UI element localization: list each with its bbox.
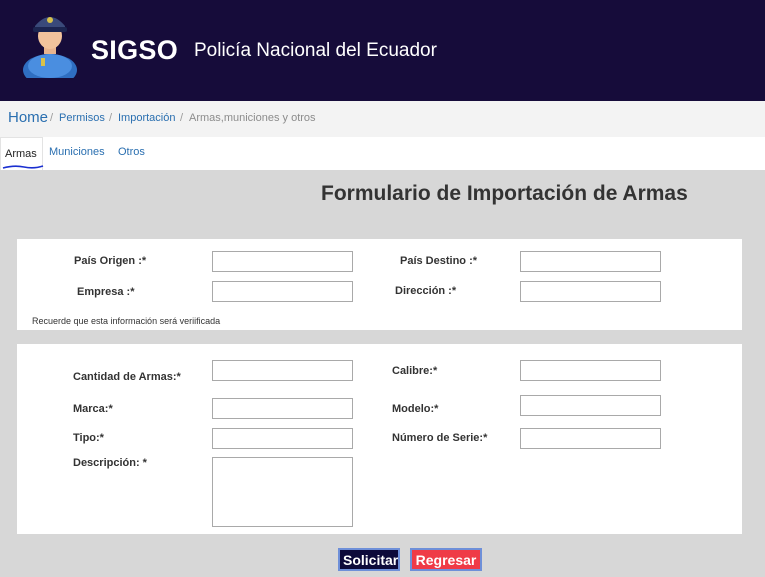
tipo-label: Tipo:* bbox=[73, 432, 104, 444]
cantidad-armas-input[interactable] bbox=[212, 360, 353, 381]
pais-destino-input[interactable] bbox=[520, 251, 661, 272]
tipo-input[interactable] bbox=[212, 428, 353, 449]
breadcrumb-separator: / bbox=[109, 112, 113, 124]
breadcrumb-importacion-link[interactable]: Importación bbox=[118, 112, 175, 124]
app-brand: SIGSO bbox=[91, 35, 179, 65]
empresa-input[interactable] bbox=[212, 281, 353, 302]
modelo-label: Modelo:* bbox=[392, 403, 439, 415]
modelo-input[interactable] bbox=[520, 395, 661, 416]
app-subtitle: Policía Nacional del Ecuador bbox=[194, 40, 437, 61]
descripcion-textarea[interactable] bbox=[212, 457, 353, 527]
calibre-label: Calibre:* bbox=[392, 365, 438, 377]
breadcrumb: Home / Permisos / Importación / Armas,mu… bbox=[0, 101, 765, 137]
breadcrumb-separator: / bbox=[50, 112, 54, 124]
app-header: SIGSO Policía Nacional del Ecuador bbox=[0, 0, 765, 101]
descripcion-label: Descripción: * bbox=[73, 457, 147, 469]
breadcrumb-home-link[interactable]: Home bbox=[8, 109, 48, 126]
direccion-label: Dirección :* bbox=[395, 285, 457, 297]
tab-municiones[interactable]: Municiones bbox=[49, 146, 105, 158]
calibre-input[interactable] bbox=[520, 360, 661, 381]
active-tab-underline bbox=[2, 165, 44, 169]
solicitar-button[interactable]: Solicitar bbox=[338, 548, 400, 571]
marca-input[interactable] bbox=[212, 398, 353, 419]
numero-serie-label: Número de Serie:* bbox=[392, 432, 488, 444]
empresa-label: Empresa :* bbox=[77, 286, 135, 298]
cantidad-armas-label: Cantidad de Armas:* bbox=[73, 371, 181, 383]
breadcrumb-current: Armas,municiones y otros bbox=[189, 112, 316, 124]
regresar-button[interactable]: Regresar bbox=[410, 548, 482, 571]
direccion-input[interactable] bbox=[520, 281, 661, 302]
tab-otros[interactable]: Otros bbox=[118, 146, 145, 158]
verification-note: Recuerde que esta información será verii… bbox=[32, 316, 221, 326]
breadcrumb-permisos-link[interactable]: Permisos bbox=[59, 112, 105, 124]
pais-origen-label: País Origen :* bbox=[74, 255, 147, 267]
pais-origen-input[interactable] bbox=[212, 251, 353, 272]
marca-label: Marca:* bbox=[73, 403, 113, 415]
breadcrumb-separator: / bbox=[180, 112, 184, 124]
numero-serie-input[interactable] bbox=[520, 428, 661, 449]
tab-bar: Armas Municiones Otros bbox=[0, 137, 765, 170]
police-officer-icon bbox=[23, 17, 77, 78]
form-title: Formulario de Importación de Armas bbox=[321, 182, 688, 205]
pais-destino-label: País Destino :* bbox=[400, 255, 478, 267]
